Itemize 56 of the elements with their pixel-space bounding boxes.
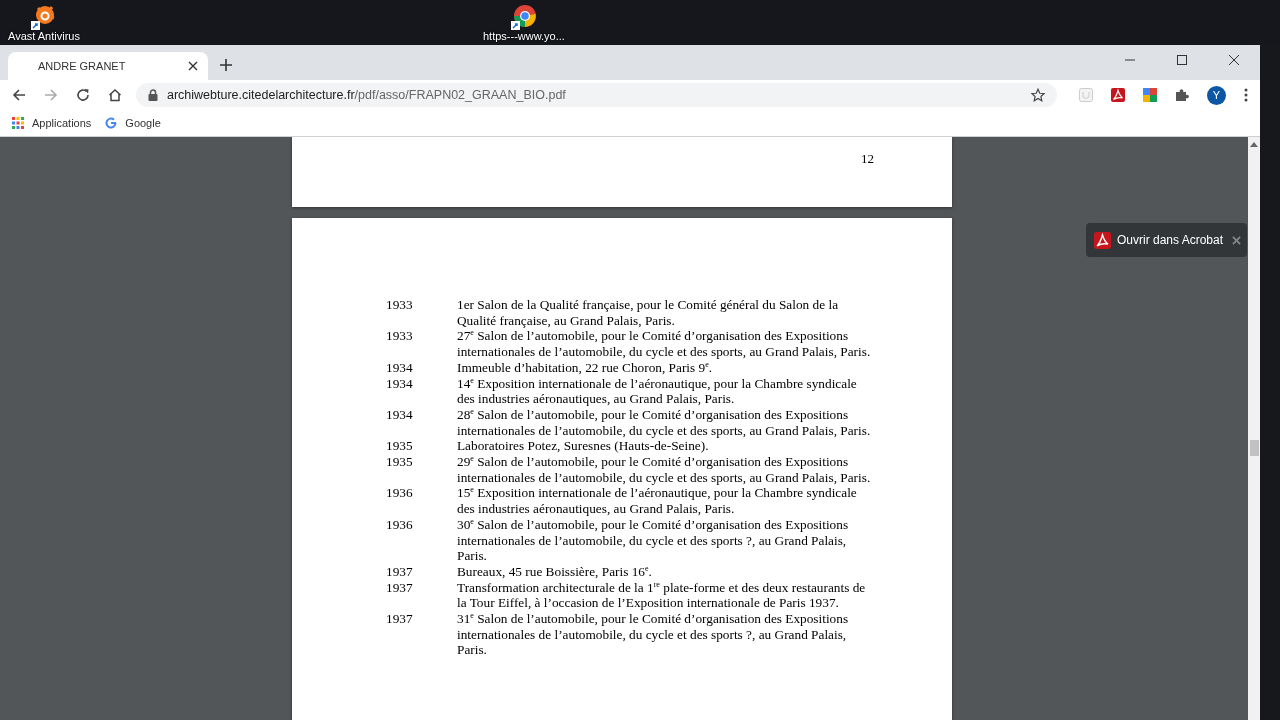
entry-text: 30$^{e}$ Salon de l’automobile, pour le Comité d’organisation des Expositions internationales de l’automobile, du cycle et des sports ?, au Grand Palais, Paris.	[457, 516, 850, 564]
tab-title: ANDRE GRANET	[38, 60, 126, 72]
entry-text: 29$^{e}$ Salon de l’automobile, pour le Comité d’organisation des Expositions internationales de l’automobile, du cycle et des sports, au Grand Palais, Paris.	[457, 454, 872, 486]
desktop-icon-label[interactable]: Avast Antivirus	[8, 30, 80, 42]
entry-year: 1936	[386, 516, 414, 534]
entry-year: 1937	[386, 611, 414, 629]
entry-year: 1934	[386, 375, 414, 393]
entry-text: 14$^{e}$ Exposition internationale de l’aéronautique, pour la Chambre syndicale des industries aéronautiques, au Grand Palais, Paris.	[457, 375, 858, 407]
entry-text: 27$^{e}$ Salon de l’automobile, pour le Comité d’organisation des Expositions internationales de l’automobile, du cycle et des sports, au Grand Palais, Paris.	[457, 328, 872, 360]
entry-text: 1er Salon de la Qualité française, pour le Comité général du Salon de la Qualité française, au Grand Palais, Paris.	[457, 297, 840, 329]
desktop-icon-label[interactable]: https---www.yo...	[483, 30, 565, 42]
entry-year: 1935	[386, 438, 414, 455]
address-bar[interactable]: archiwebture.citedelarchitecture.fr/pdf/asso/FRAPN02_GRAAN_BIO.pdf	[136, 83, 1057, 107]
apps-grid-icon	[12, 117, 24, 129]
antivirus-shortcut-icon[interactable]	[30, 4, 57, 30]
new-tab-icon[interactable]	[220, 59, 232, 71]
entry-text: Transformation architecturale de la 1$^{re}$ plate-forme et des deux restaurants de la Tour Eiffel, à l’occasion de l’Exposition internationale de Paris 1937.	[457, 579, 867, 612]
entry-text: Bureaux, 45 rue Boissière, Paris 16$^{e}$.	[457, 563, 653, 580]
star-icon[interactable]	[1031, 88, 1045, 102]
bookmark-item[interactable]: Applications	[12, 117, 92, 129]
scrollbar-thumb[interactable]	[1249, 440, 1259, 456]
scrollbar[interactable]	[1248, 137, 1260, 720]
url-text: archiwebture.citedelarchitecture.fr/pdf/asso/FRAPN02_GRAAN_BIO.pdf	[167, 88, 566, 102]
entry-year: 1936	[386, 485, 414, 503]
puzzle-icon[interactable]	[1175, 88, 1189, 102]
home-icon[interactable]	[108, 88, 122, 102]
entry-year: 1935	[386, 454, 414, 472]
entry-year: 1933	[386, 328, 414, 346]
back-icon[interactable]	[12, 88, 26, 102]
entry-text: Immeuble d’habitation, 22 rue Choron, Paris 9$^{e}$.	[457, 359, 714, 376]
pdf-icon	[1094, 231, 1111, 249]
scroll-up-icon[interactable]	[1250, 141, 1258, 147]
pdf-extension-icon[interactable]	[1111, 88, 1125, 102]
entry-year: 1933	[386, 297, 414, 314]
g-logo-icon	[105, 117, 118, 129]
entry-text: 31$^{e}$ Salon de l’automobile, pour le Comité d’organisation des Expositions internationales de l’automobile, du cycle et des sports ?, au Grand Palais, Paris.	[457, 611, 850, 659]
entry-text: 15$^{e}$ Exposition internationale de l’aéronautique, pour la Chambre syndicale des industries aéronautiques, au Grand Palais, Paris.	[457, 485, 858, 517]
entry-year: 1934	[386, 359, 414, 376]
entry-text: Laboratoires Potez, Suresnes (Hauts-de-Seine).	[457, 438, 710, 455]
entry-year: 1937	[386, 579, 414, 597]
close-icon[interactable]	[1228, 54, 1240, 66]
page-number: 12	[861, 151, 874, 167]
reload-icon[interactable]	[76, 88, 90, 102]
lock-icon	[148, 89, 158, 101]
bookmark-item[interactable]: Google	[105, 117, 161, 129]
entry-text: 28$^{e}$ Salon de l’automobile, pour le Comité d’organisation des Expositions internationales de l’automobile, du cycle et des sports, au Grand Palais, Paris.	[457, 406, 872, 439]
menu-icon[interactable]	[1244, 88, 1248, 102]
browser-shortcut-icon[interactable]	[510, 4, 537, 30]
entry-year: 1934	[386, 406, 414, 424]
acrobat-popup[interactable]: Ouvrir dans Acrobat	[1086, 223, 1247, 257]
close-icon[interactable]	[188, 61, 198, 71]
entry-year: 1937	[386, 563, 414, 580]
maximize-icon[interactable]	[1176, 54, 1188, 66]
popup-label[interactable]: Ouvrir dans Acrobat	[1117, 233, 1226, 247]
profile-avatar[interactable]: Y	[1207, 85, 1226, 105]
browser-tab[interactable]: ANDRE GRANET	[8, 52, 208, 80]
